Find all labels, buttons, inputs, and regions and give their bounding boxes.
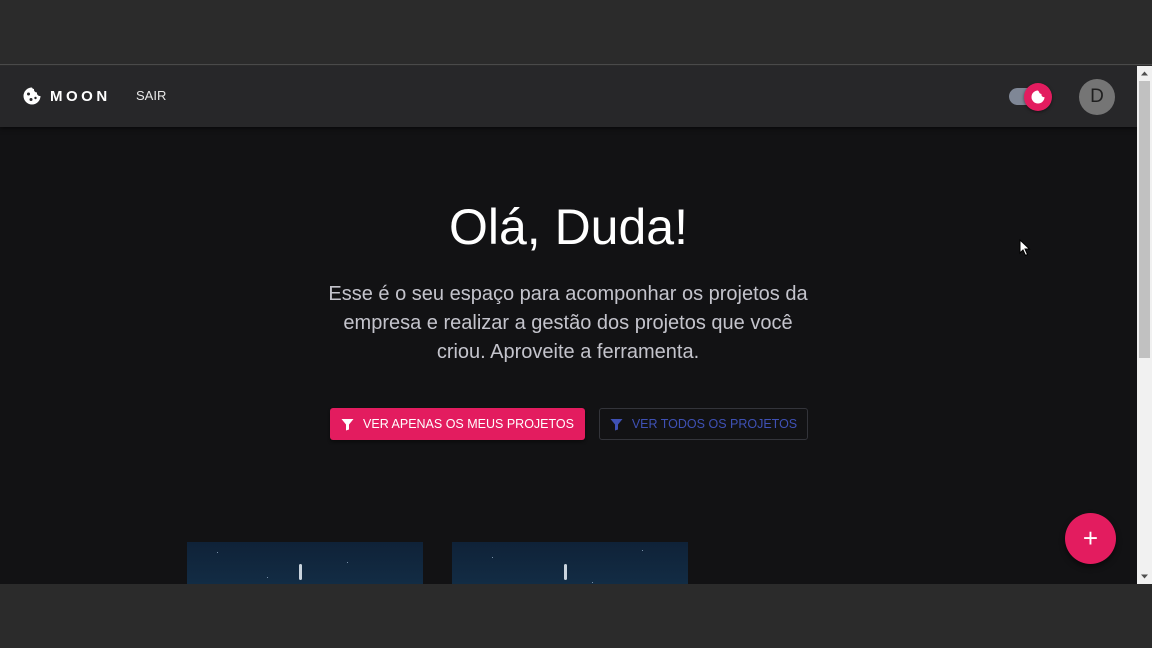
app-bar: MOON SAIR D — [0, 66, 1137, 127]
card-image-figure — [564, 564, 567, 580]
add-icon: + — [1082, 523, 1099, 553]
toggle-knob[interactable] — [1024, 83, 1052, 111]
theme-toggle[interactable] — [1007, 82, 1053, 112]
add-project-button[interactable]: + — [1065, 513, 1116, 564]
card-image-detail — [592, 582, 593, 583]
mouse-cursor-icon — [1019, 239, 1031, 257]
card-image-detail — [217, 552, 218, 553]
my-projects-filter-button[interactable]: VER APENAS OS MEUS PROJETOS — [330, 408, 585, 440]
card-image-detail — [492, 557, 493, 558]
scroll-down-arrow-icon[interactable] — [1137, 569, 1152, 584]
brand-name: MOON — [50, 87, 111, 105]
browser-top-area — [0, 0, 1152, 65]
my-projects-filter-label: VER APENAS OS MEUS PROJETOS — [363, 417, 574, 431]
filter-icon — [610, 418, 623, 430]
page-scrollbar[interactable] — [1137, 66, 1152, 584]
filter-icon — [341, 418, 354, 430]
card-image-detail — [642, 550, 643, 551]
brand-logo[interactable]: MOON — [22, 86, 111, 106]
project-card[interactable] — [187, 542, 423, 584]
all-projects-filter-button[interactable]: VER TODOS OS PROJETOS — [599, 408, 808, 440]
project-card[interactable] — [452, 542, 688, 584]
card-image-detail — [347, 562, 348, 563]
card-image-detail — [267, 577, 268, 578]
scroll-thumb[interactable] — [1139, 81, 1150, 358]
all-projects-filter-label: VER TODOS OS PROJETOS — [631, 417, 798, 431]
logout-button[interactable]: SAIR — [128, 82, 174, 110]
dark-mode-icon — [1031, 90, 1045, 104]
app-viewport: MOON SAIR D Olá, Duda! Esse é o seu espa… — [0, 66, 1137, 584]
browser-bottom-area — [0, 584, 1152, 648]
greeting-title: Olá, Duda! — [448, 199, 688, 255]
user-avatar[interactable]: D — [1079, 79, 1115, 115]
greeting-description: Esse é o seu espaço para acomponhar os p… — [328, 283, 808, 363]
cookie-icon — [23, 87, 41, 105]
scroll-up-arrow-icon[interactable] — [1137, 66, 1152, 81]
card-image-figure — [299, 564, 302, 580]
